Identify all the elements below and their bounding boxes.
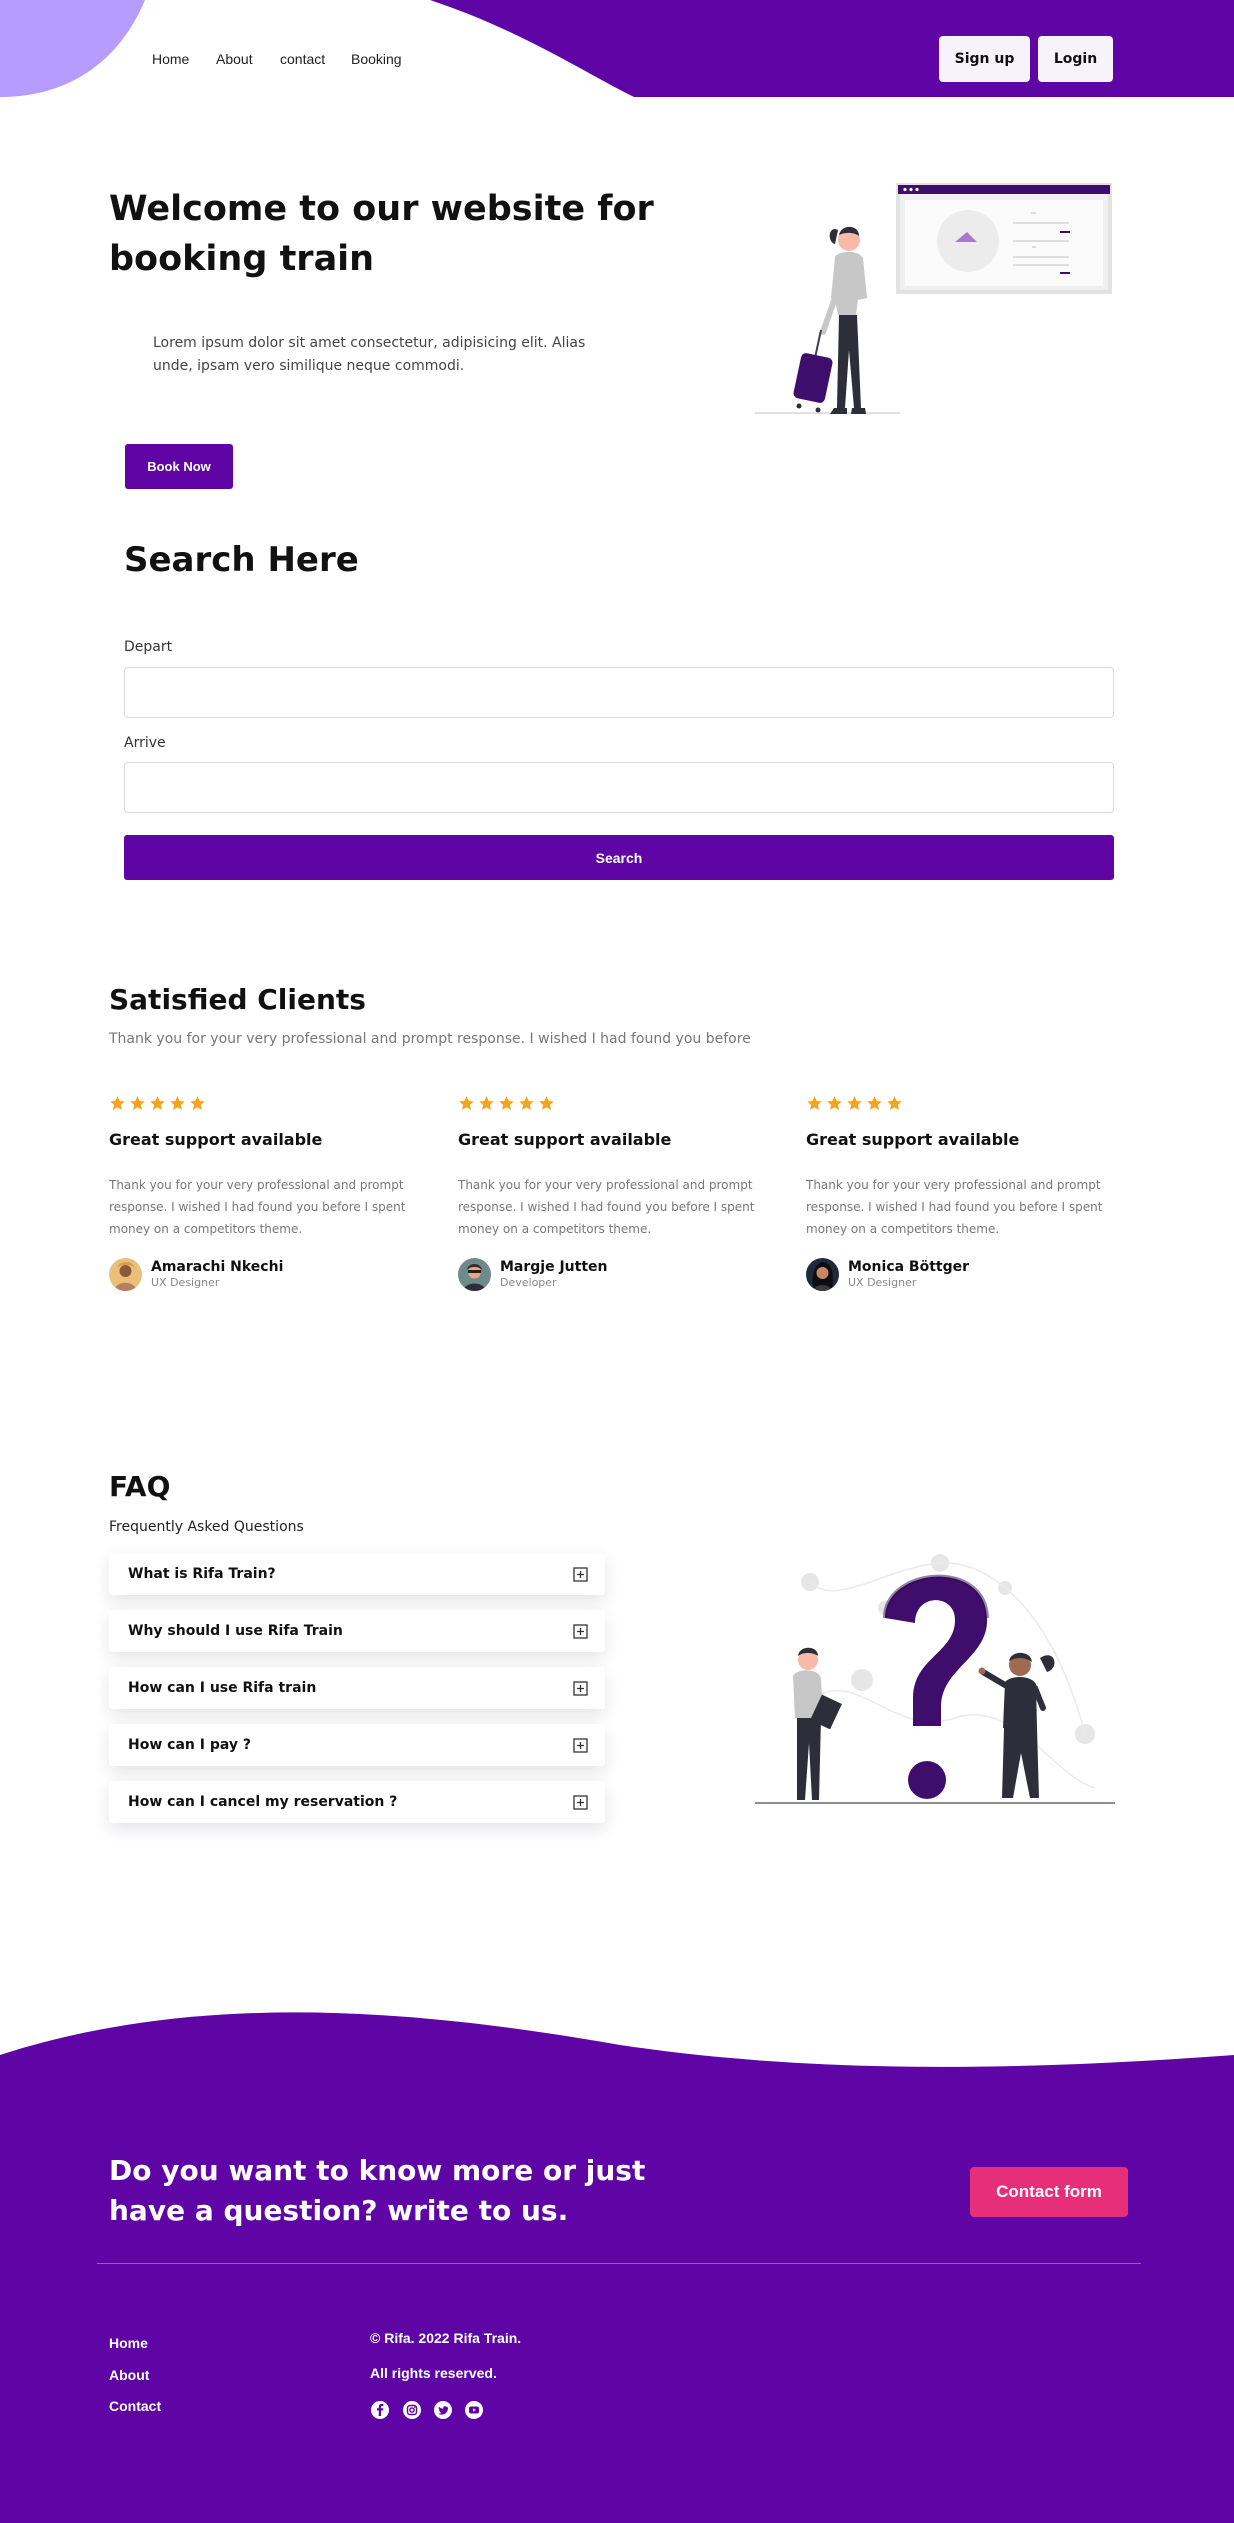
plus-square-icon[interactable] — [573, 1566, 588, 1582]
star-icon — [459, 1096, 474, 1110]
nav-about[interactable]: About — [216, 51, 253, 67]
faq-question: Why should I use Rifa Train — [128, 1623, 343, 1639]
contact-form-button[interactable]: Contact form — [970, 2167, 1128, 2217]
plus-square-icon[interactable] — [573, 1623, 588, 1639]
faq-question: How can I cancel my reservation ? — [128, 1794, 398, 1810]
faq-title: FAQ — [109, 1470, 171, 1503]
footer-link-contact[interactable]: Contact — [109, 2398, 161, 2414]
footer-background — [0, 2012, 1234, 2523]
testimonial-author: Monica Böttger UX Designer — [806, 1258, 1126, 1291]
testimonial-card: Great support available Thank you for yo… — [109, 1095, 429, 1291]
author-name: Monica Böttger — [848, 1259, 970, 1275]
faq-item[interactable]: How can I use Rifa train — [109, 1667, 605, 1709]
author-name: Amarachi Nkechi — [151, 1259, 284, 1275]
star-icon — [519, 1096, 534, 1110]
footer-link-home[interactable]: Home — [109, 2335, 148, 2351]
star-icon — [499, 1096, 514, 1110]
faq-question: How can I pay ? — [128, 1737, 251, 1753]
testimonials-subtitle: Thank you for your very professional and… — [109, 1031, 751, 1047]
star-icon — [170, 1096, 185, 1110]
star-icon — [867, 1096, 882, 1110]
star-icon — [130, 1096, 145, 1110]
nav-contact[interactable]: contact — [280, 51, 325, 67]
star-icon — [827, 1096, 842, 1110]
arrive-input[interactable] — [124, 762, 1114, 813]
avatar — [458, 1258, 491, 1291]
star-icon — [150, 1096, 165, 1110]
twitter-icon[interactable] — [433, 2400, 453, 2420]
avatar — [806, 1258, 839, 1291]
depart-input[interactable] — [124, 667, 1114, 718]
plus-square-icon[interactable] — [573, 1680, 588, 1696]
author-role: Developer — [500, 1276, 557, 1289]
depart-label: Depart — [124, 639, 173, 655]
plus-square-icon[interactable] — [573, 1737, 588, 1753]
author-role: UX Designer — [848, 1276, 917, 1289]
testimonial-title: Great support available — [458, 1130, 672, 1149]
testimonial-author: Margje Jutten Developer — [458, 1258, 778, 1291]
star-icon — [807, 1096, 822, 1110]
signup-button[interactable]: Sign up — [939, 36, 1030, 82]
faq-item[interactable]: What is Rifa Train? — [109, 1553, 605, 1595]
instagram-icon[interactable] — [402, 2400, 422, 2420]
testimonial-card: Great support available Thank you for yo… — [458, 1095, 778, 1291]
testimonial-text: Thank you for your very professional and… — [458, 1178, 755, 1236]
book-now-button[interactable]: Book Now — [125, 444, 233, 489]
star-icon — [847, 1096, 862, 1110]
facebook-icon[interactable] — [370, 2400, 390, 2420]
question-illustration — [755, 1554, 1115, 1804]
testimonials-title: Satisfied Clients — [109, 983, 366, 1016]
star-rating — [458, 1095, 778, 1113]
star-icon — [539, 1096, 554, 1110]
nav-home[interactable]: Home — [152, 51, 189, 67]
hero-text: Lorem ipsum dolor sit amet consectetur, … — [153, 335, 586, 374]
author-name: Margje Jutten — [500, 1259, 608, 1275]
testimonial-text: Thank you for your very professional and… — [806, 1178, 1103, 1236]
search-title: Search Here — [124, 540, 359, 580]
arrive-label: Arrive — [124, 735, 166, 751]
star-rating — [109, 1095, 429, 1113]
footer-cta: Do you want to know more or just have a … — [109, 2154, 646, 2227]
star-icon — [479, 1096, 494, 1110]
login-button[interactable]: Login — [1038, 36, 1113, 82]
search-button[interactable]: Search — [124, 835, 1114, 880]
faq-item[interactable]: How can I pay ? — [109, 1724, 605, 1766]
faq-question: What is Rifa Train? — [128, 1566, 276, 1582]
nav-booking[interactable]: Booking — [351, 51, 402, 67]
testimonial-card: Great support available Thank you for yo… — [806, 1095, 1126, 1291]
star-icon — [110, 1096, 125, 1110]
testimonial-title: Great support available — [109, 1130, 323, 1149]
youtube-icon[interactable] — [464, 2400, 484, 2420]
faq-item[interactable]: How can I cancel my reservation ? — [109, 1781, 605, 1823]
hero-title: Welcome to our website for booking train — [109, 189, 654, 279]
author-role: UX Designer — [151, 1276, 220, 1289]
copyright-text: © Rifa. 2022 Rifa Train. — [370, 2330, 522, 2346]
faq-item[interactable]: Why should I use Rifa Train — [109, 1610, 605, 1652]
star-icon — [887, 1096, 902, 1110]
testimonial-title: Great support available — [806, 1130, 1020, 1149]
star-rating — [806, 1095, 1126, 1113]
plus-square-icon[interactable] — [573, 1794, 588, 1810]
testimonial-text: Thank you for your very professional and… — [109, 1178, 406, 1236]
footer-divider — [97, 2263, 1141, 2264]
traveler-illustration — [755, 183, 1112, 414]
faq-question: How can I use Rifa train — [128, 1680, 317, 1696]
avatar — [109, 1258, 142, 1291]
testimonial-author: Amarachi Nkechi UX Designer — [109, 1258, 429, 1291]
star-icon — [190, 1096, 205, 1110]
faq-subtitle: Frequently Asked Questions — [109, 1519, 304, 1535]
footer-link-about[interactable]: About — [109, 2367, 149, 2383]
rights-text: All rights reserved. — [370, 2365, 497, 2381]
